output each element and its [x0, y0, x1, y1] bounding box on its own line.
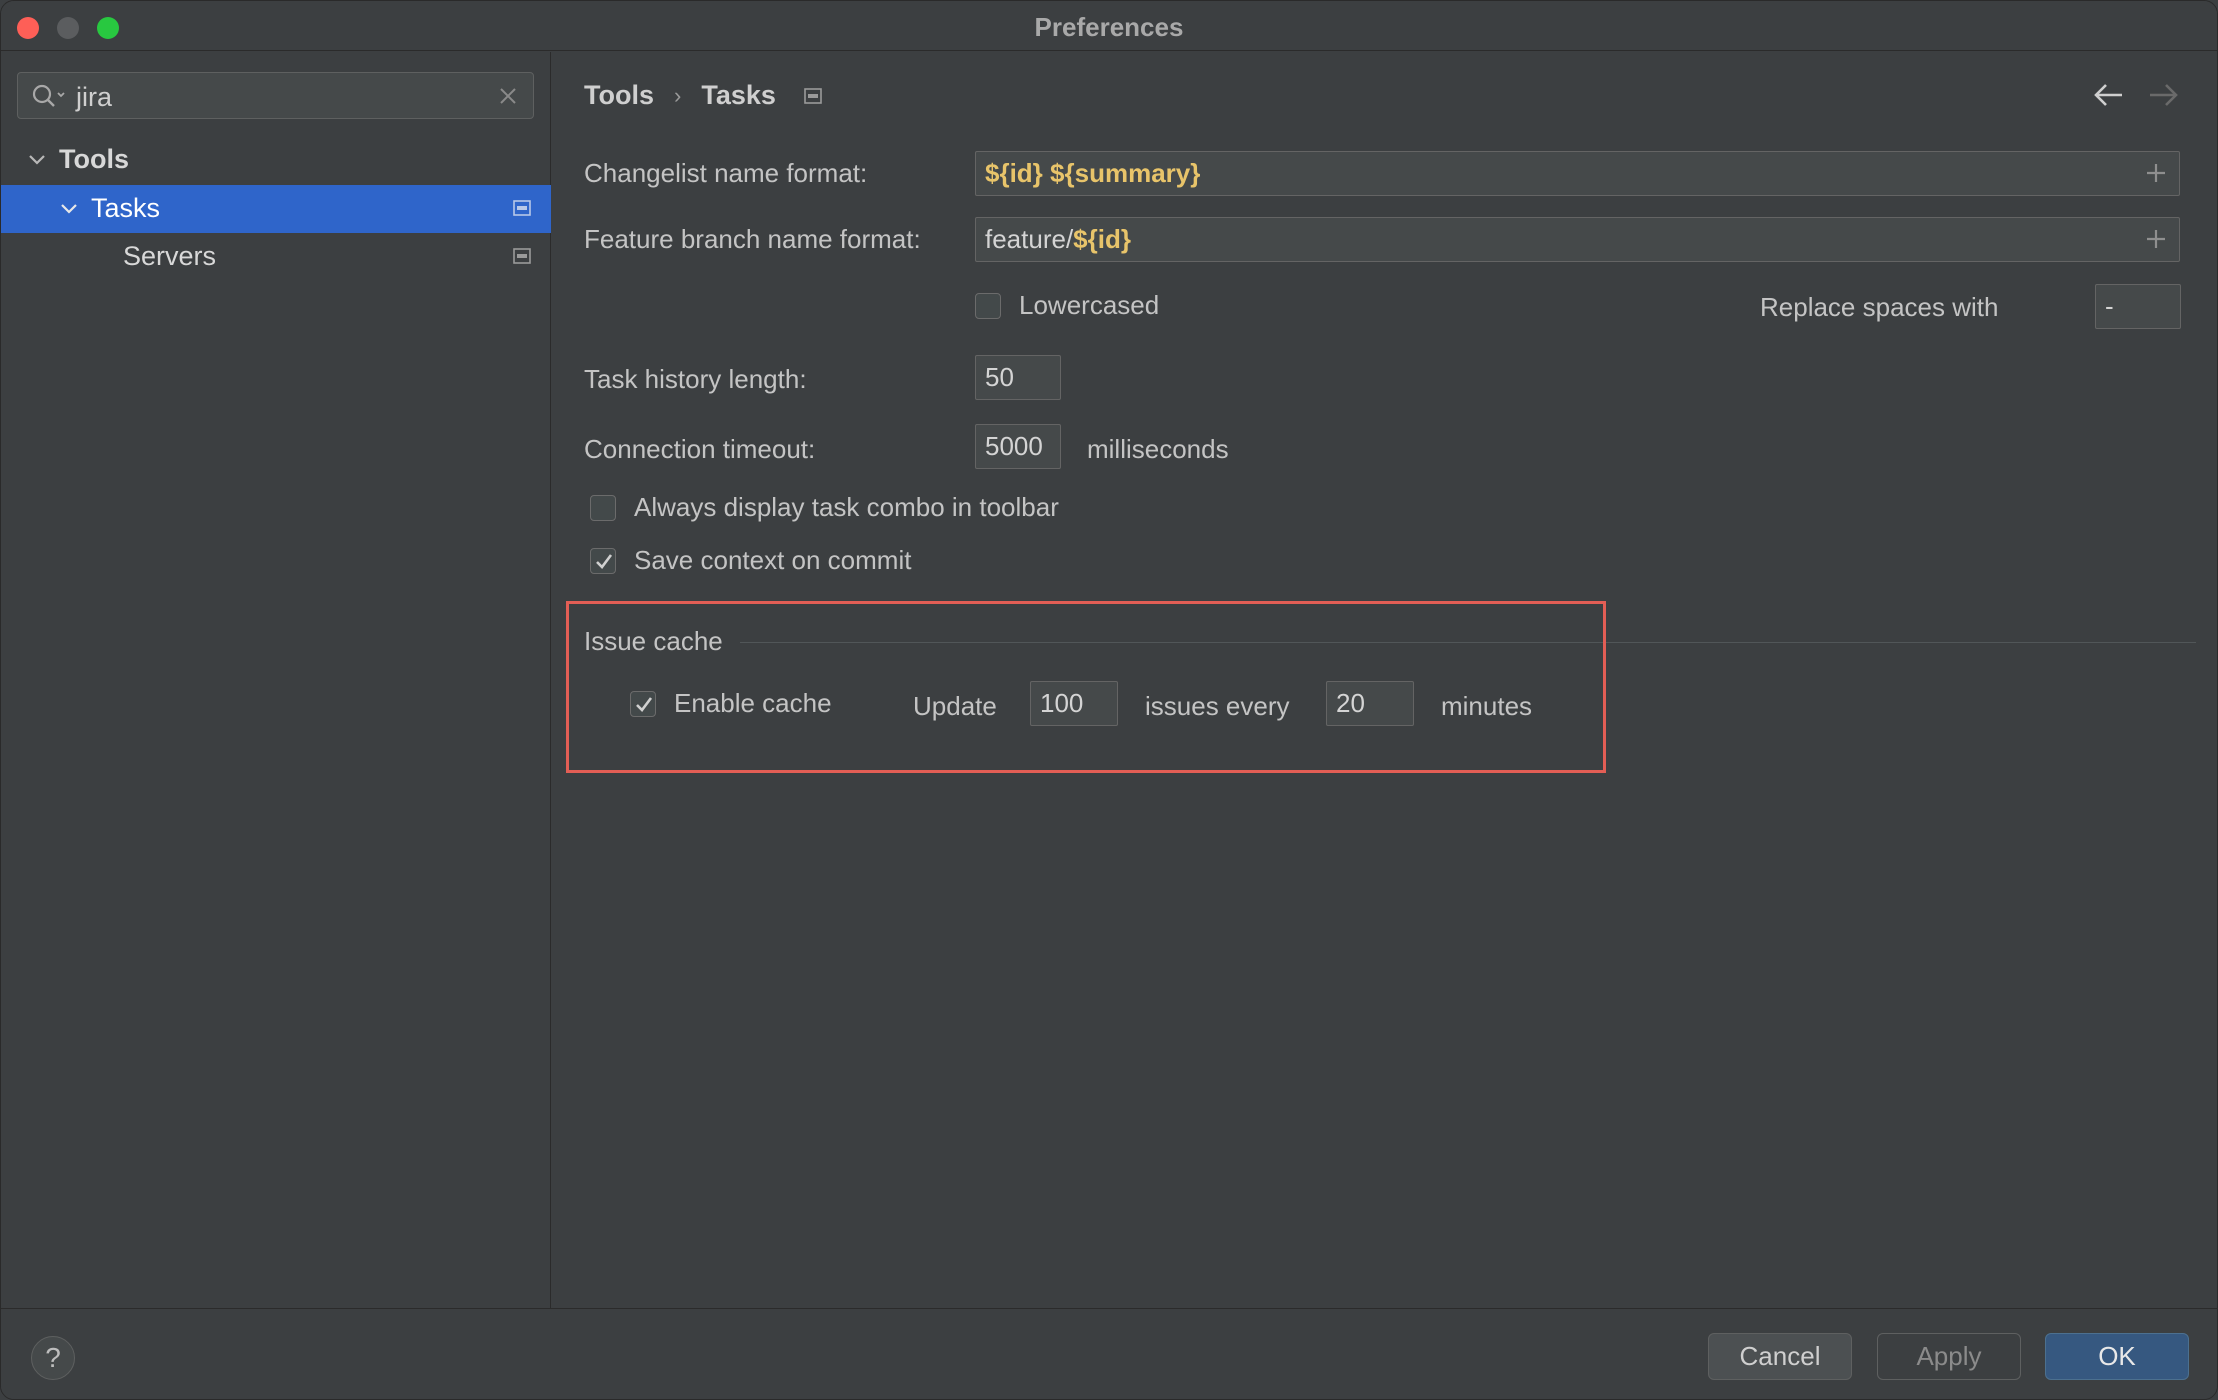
- add-macro-icon[interactable]: [2145, 228, 2167, 250]
- changelist-format-label: Changelist name format:: [584, 158, 868, 188]
- tree-item-label: Servers: [123, 241, 217, 271]
- project-settings-icon: [804, 87, 822, 104]
- lowercased-checkbox[interactable]: Lowercased: [975, 290, 1159, 321]
- history-length-label: Task history length:: [584, 364, 807, 394]
- help-button[interactable]: ?: [31, 1336, 75, 1380]
- save-context-label: Save context on commit: [634, 545, 912, 575]
- chevron-down-icon[interactable]: [59, 199, 79, 219]
- tree-item-tasks[interactable]: Tasks: [1, 185, 551, 233]
- clear-search-icon[interactable]: [497, 85, 519, 107]
- branch-format-field[interactable]: feature/${id}: [975, 217, 2180, 262]
- title-bar: Preferences: [1, 1, 2217, 51]
- project-settings-icon: [513, 248, 531, 264]
- breadcrumb-separator: ›: [674, 82, 682, 108]
- apply-button[interactable]: Apply: [1877, 1333, 2021, 1380]
- timeout-unit-label: milliseconds: [1087, 434, 1229, 464]
- branch-format-label: Feature branch name format:: [584, 224, 921, 254]
- lowercased-label: Lowercased: [1019, 290, 1160, 320]
- preferences-window: Preferences jira Tools Tasks Servers Too…: [0, 0, 2218, 1400]
- tree-item-servers[interactable]: Servers: [1, 233, 551, 281]
- tree-item-label: Tasks: [91, 193, 161, 223]
- settings-content: Tools › Tasks Changelist name format: ${…: [552, 52, 2217, 1308]
- breadcrumb-current: Tasks: [701, 80, 776, 110]
- connection-timeout-label: Connection timeout:: [584, 434, 816, 464]
- settings-search-input[interactable]: jira: [17, 72, 534, 119]
- forward-arrow-icon[interactable]: [2146, 80, 2180, 110]
- checkbox-box[interactable]: [975, 292, 1001, 319]
- tree-item-label: Tools: [59, 144, 129, 174]
- checkbox-box[interactable]: [590, 547, 616, 574]
- cancel-button[interactable]: Cancel: [1708, 1333, 1852, 1380]
- checkbox-box[interactable]: [590, 494, 616, 521]
- macro-id: ${id}: [1073, 224, 1131, 254]
- breadcrumb-parent[interactable]: Tools: [584, 80, 654, 111]
- history-length-field[interactable]: 50: [975, 355, 1061, 400]
- window-title: Preferences: [1034, 12, 1184, 42]
- ok-button[interactable]: OK: [2045, 1333, 2189, 1380]
- save-context-checkbox[interactable]: Save context on commit: [590, 545, 911, 576]
- macro-summary: ${summary}: [1050, 158, 1201, 188]
- back-arrow-icon[interactable]: [2092, 80, 2126, 110]
- dialog-footer: ? Cancel Apply OK: [1, 1308, 2217, 1399]
- macro-id: ${id}: [985, 158, 1043, 188]
- checkmark-icon: [596, 553, 613, 569]
- changelist-format-field[interactable]: ${id} ${summary}: [975, 151, 2180, 196]
- search-query: jira: [76, 82, 113, 112]
- always-display-combo-checkbox[interactable]: Always display task combo in toolbar: [590, 492, 1059, 523]
- branch-prefix: feature/: [985, 224, 1074, 254]
- highlight-box: [566, 601, 1606, 773]
- tree-item-tools[interactable]: Tools: [1, 136, 551, 184]
- settings-sidebar: jira Tools Tasks Servers: [1, 52, 551, 1308]
- replace-spaces-label: Replace spaces with: [1760, 292, 1999, 322]
- add-macro-icon[interactable]: [2145, 162, 2167, 184]
- replace-spaces-field[interactable]: -: [2095, 284, 2181, 329]
- always-display-label: Always display task combo in toolbar: [634, 492, 1059, 522]
- connection-timeout-field[interactable]: 5000: [975, 424, 1061, 469]
- project-settings-icon: [513, 200, 531, 216]
- breadcrumb: Tools › Tasks: [584, 80, 822, 111]
- search-icon: [32, 84, 65, 107]
- chevron-down-icon[interactable]: [27, 150, 47, 170]
